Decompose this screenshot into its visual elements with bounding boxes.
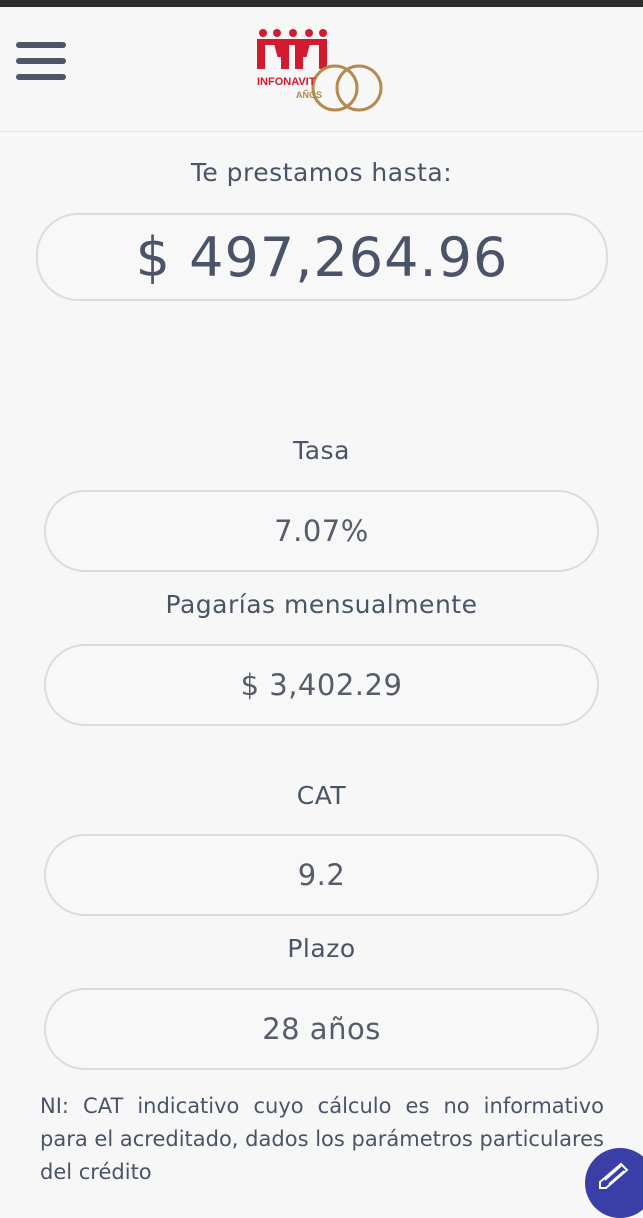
monthly-payment-field: $ 3,402.29 bbox=[44, 644, 599, 726]
hamburger-menu-icon[interactable] bbox=[16, 42, 66, 82]
loan-amount-field: $ 497,264.96 bbox=[36, 213, 608, 301]
rate-field: 7.07% bbox=[44, 490, 599, 572]
cat-label: CAT bbox=[296, 781, 347, 810]
cat-disclaimer: NI: CAT indicativo cuyo cálculo es no in… bbox=[40, 1094, 604, 1184]
cat-field: 9.2 bbox=[44, 834, 599, 916]
logo-subtext: AÑOS bbox=[296, 90, 323, 100]
chat-button[interactable] bbox=[585, 1148, 643, 1218]
app-header: INFONAVIT AÑOS bbox=[0, 7, 643, 132]
monthly-label: Pagarías mensualmente bbox=[165, 590, 478, 619]
term-label: Plazo bbox=[287, 934, 356, 963]
infonavit-logo[interactable]: INFONAVIT AÑOS bbox=[255, 25, 390, 115]
status-bar bbox=[0, 0, 643, 7]
chat-icon bbox=[599, 1162, 629, 1189]
rate-label: Tasa bbox=[293, 436, 350, 465]
logo-text: INFONAVIT bbox=[257, 76, 316, 88]
term-field: 28 años bbox=[44, 988, 599, 1070]
loan-label: Te prestamos hasta: bbox=[190, 158, 453, 187]
